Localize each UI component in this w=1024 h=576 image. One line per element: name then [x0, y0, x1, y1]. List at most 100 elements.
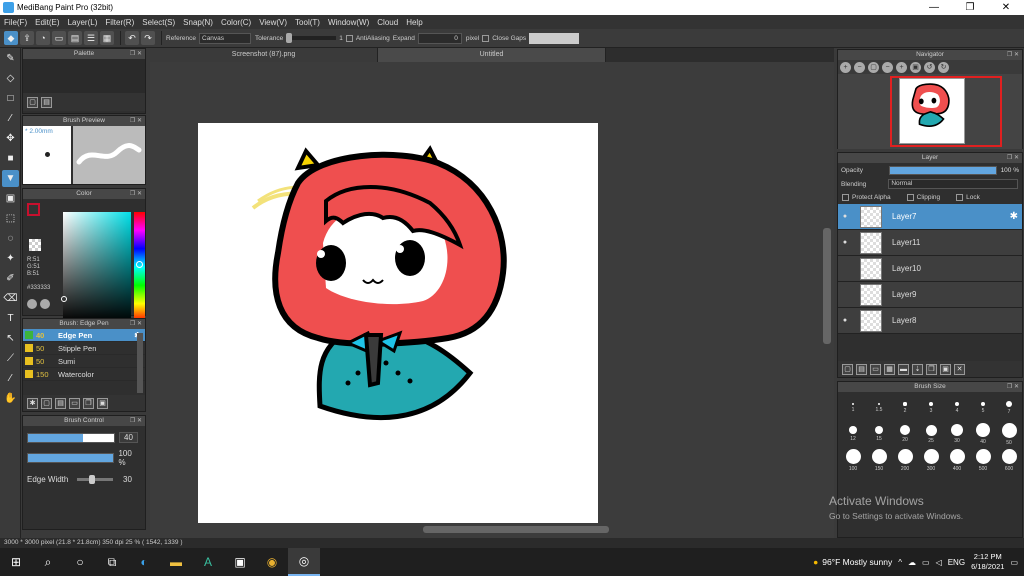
expand-input[interactable]: 0 [417, 32, 462, 44]
layer-row[interactable]: ● Layer7 ✱ [838, 204, 1022, 230]
operation-tool-icon[interactable]: ↖ [2, 330, 19, 347]
menu-select[interactable]: Select(S) [142, 18, 175, 27]
edge-width-slider[interactable] [77, 475, 113, 484]
menu-view[interactable]: View(V) [259, 18, 287, 27]
menu-file[interactable]: File(F) [4, 18, 27, 27]
menu-cloud[interactable]: Cloud [377, 18, 398, 27]
eyedropper-tool-icon[interactable]: ⁄ [2, 370, 19, 387]
duplicate-layer-icon[interactable]: ❐ [926, 363, 937, 375]
brush-size-option[interactable]: 30 [944, 421, 970, 447]
weather-widget[interactable]: ● 96°F Mostly sunny [813, 557, 892, 567]
layer-row[interactable]: Layer10 [838, 256, 1022, 282]
hand-tool-icon[interactable]: ✋ [2, 390, 19, 407]
language-indicator[interactable]: ENG [948, 558, 965, 567]
rotate-left-icon[interactable]: ↺ [924, 61, 935, 73]
new-layer-icon[interactable]: ▢ [842, 363, 853, 375]
brush-size-option[interactable]: 7 [996, 395, 1022, 421]
maximize-button[interactable]: ❐ [952, 0, 988, 15]
tolerance-slider[interactable] [286, 33, 337, 43]
shape-tool-icon[interactable]: ■ [2, 150, 19, 167]
notification-icon[interactable]: ▭ [1010, 558, 1018, 567]
widgets-icon[interactable]: ⧉ [96, 548, 128, 576]
visibility-icon[interactable]: ● [838, 213, 852, 220]
rectangle-tool-icon[interactable]: □ [2, 90, 19, 107]
brush-size-option[interactable]: 25 [918, 421, 944, 447]
brush-size-value[interactable]: 40 [119, 432, 138, 443]
lasso-tool-icon[interactable]: ◌ [2, 230, 19, 247]
brush-settings-icon[interactable]: ✱ [27, 397, 38, 409]
layer-row[interactable]: Layer9 [838, 282, 1022, 308]
clipping-checkbox[interactable]: Clipping [906, 194, 940, 201]
brush-size-option[interactable]: 300 [918, 447, 944, 473]
saturation-value-picker[interactable] [63, 212, 131, 322]
search-icon[interactable]: ⌕ [32, 548, 64, 576]
magic-wand-tool-icon[interactable]: ✦ [2, 250, 19, 267]
visibility-icon[interactable]: ● [838, 239, 852, 246]
chevron-up-icon[interactable]: ^ [898, 558, 902, 567]
hue-knob[interactable] [136, 261, 143, 268]
bucket-tool-icon[interactable]: ▼ [2, 170, 19, 187]
list-icon[interactable]: ☰ [84, 31, 98, 45]
brush-item[interactable]: 150 Watercolor [23, 368, 145, 381]
new-brush-icon[interactable]: ▢ [41, 397, 52, 409]
brush-size-option[interactable]: 50 [996, 421, 1022, 447]
fit-window-icon[interactable]: ▣ [910, 61, 921, 73]
reference-select[interactable]: Canvas [199, 32, 251, 44]
folder-icon[interactable]: ▬ [898, 363, 909, 375]
menu-tool[interactable]: Tool(T) [295, 18, 320, 27]
panel-controls-icon[interactable]: ❐ ✕ [130, 116, 142, 126]
panel-controls-icon[interactable]: ❐ ✕ [1007, 50, 1019, 60]
panel-controls-icon[interactable]: ❐ ✕ [130, 319, 142, 329]
antialiasing-checkbox[interactable] [345, 34, 353, 42]
navigator-viewport-frame[interactable] [890, 76, 1002, 147]
protect-alpha-checkbox[interactable]: Protect Alpha [842, 194, 891, 201]
brush-size-option[interactable]: 1.5 [866, 395, 892, 421]
blending-select[interactable]: Normal [888, 179, 1019, 189]
close-gaps-checkbox[interactable] [482, 34, 490, 42]
brush-size-option[interactable]: 2 [892, 395, 918, 421]
color-wheel-icon[interactable] [27, 299, 37, 309]
close-button[interactable]: ✕ [988, 0, 1024, 15]
menu-layer[interactable]: Layer(L) [68, 18, 98, 27]
brush-opacity-slider[interactable] [27, 453, 115, 463]
brush-size-option[interactable]: 5 [970, 395, 996, 421]
select-tool-icon[interactable]: ⬚ [2, 210, 19, 227]
zoom-plus-icon[interactable]: + [896, 61, 907, 73]
file-explorer-icon[interactable]: ▬ [160, 548, 192, 576]
brush-size-option[interactable]: 500 [970, 447, 996, 473]
chrome-icon[interactable]: ◉ [256, 548, 288, 576]
brush-item[interactable]: 50 Stipple Pen [23, 342, 145, 355]
delete-layer-icon[interactable]: ✕ [954, 363, 965, 375]
canvas-horizontal-scrollbar[interactable] [423, 526, 609, 533]
battery-icon[interactable]: ▭ [922, 558, 930, 567]
eraser-tool-icon[interactable]: ◇ [2, 70, 19, 87]
text-tool-icon[interactable]: T [2, 310, 19, 327]
zoom-out-icon[interactable]: − [854, 61, 865, 73]
redo-icon[interactable]: ↷ [141, 31, 155, 45]
palette-swatches[interactable] [23, 59, 145, 93]
add-layer-menu-icon[interactable]: ▦ [884, 363, 895, 375]
menu-window[interactable]: Window(W) [328, 18, 369, 27]
comment-icon[interactable]: ◔ [36, 31, 50, 45]
undo-icon[interactable]: ↶ [125, 31, 139, 45]
layer-opacity-slider[interactable] [889, 165, 998, 175]
zoom-in-icon[interactable]: + [840, 61, 851, 73]
rotate-right-icon[interactable]: ↻ [938, 61, 949, 73]
brush-size-option[interactable]: 15 [866, 421, 892, 447]
app-icon-a[interactable]: A [192, 548, 224, 576]
chat-icon[interactable]: ▭ [52, 31, 66, 45]
brush-size-option[interactable]: 200 [892, 447, 918, 473]
navigator-view[interactable] [838, 74, 1022, 149]
move-tool-icon[interactable]: ✥ [2, 130, 19, 147]
new-halftone-layer-icon[interactable]: ▤ [856, 363, 867, 375]
color-picker-knob[interactable] [61, 296, 67, 302]
folder-icon[interactable]: ▭ [69, 397, 80, 409]
brush-size-option[interactable]: 100 [840, 447, 866, 473]
visibility-icon[interactable]: ● [838, 317, 852, 324]
panel-controls-icon[interactable]: ❐ ✕ [130, 416, 142, 426]
divide-tool-icon[interactable]: ⟋ [2, 350, 19, 367]
delete-brush-icon[interactable]: ▣ [97, 397, 108, 409]
store-icon[interactable]: ▣ [224, 548, 256, 576]
brush-size-option[interactable]: 40 [970, 421, 996, 447]
transparent-color-swatch[interactable] [29, 239, 41, 251]
